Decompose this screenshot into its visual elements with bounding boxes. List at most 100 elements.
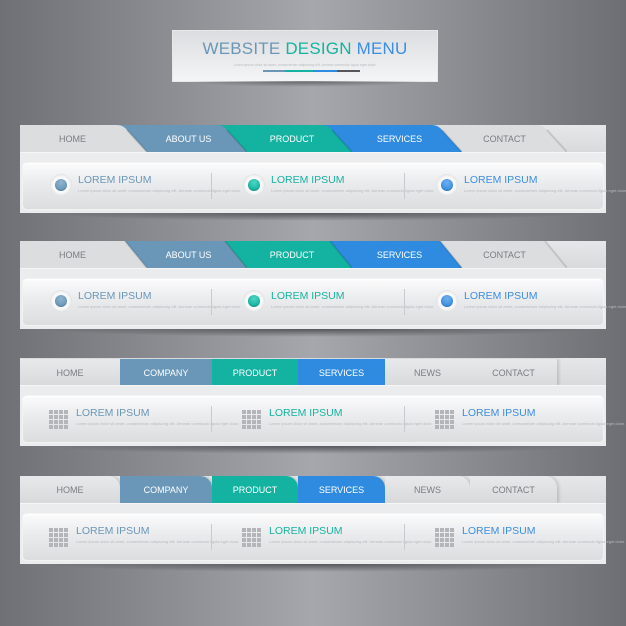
grid-cell — [440, 528, 444, 532]
grid-cell — [257, 425, 261, 429]
panel-content: LOREM IPSUM Lorem ipsum dolor sit amet, c… — [23, 163, 626, 209]
grid-cell — [435, 533, 439, 537]
grid-cell — [64, 420, 68, 424]
circle-button-icon[interactable] — [244, 175, 264, 195]
column-heading: LOREM IPSUM — [462, 407, 536, 419]
grid-icon — [242, 528, 262, 548]
grid-cell — [242, 543, 246, 547]
grid-cell — [435, 425, 439, 429]
tab-company[interactable]: COMPANY — [120, 359, 212, 385]
tab-home[interactable]: HOME — [20, 359, 120, 385]
column-divider — [211, 524, 212, 550]
grid-cell — [247, 543, 251, 547]
tab-label: SERVICES — [318, 484, 365, 495]
title-part-menu: MENU — [356, 39, 408, 58]
column-divider — [404, 406, 405, 432]
column-description: Lorem ipsum dolor sit amet, consectetuer… — [462, 421, 626, 426]
grid-cell — [440, 533, 444, 537]
tab-label: ABOUT US — [165, 133, 212, 144]
grid-cell — [247, 533, 251, 537]
grid-cell — [54, 420, 58, 424]
tab-company[interactable]: COMPANY — [120, 476, 212, 503]
column-divider — [211, 289, 212, 315]
panel-column[interactable]: LOREM IPSUM Lorem ipsum dolor sit amet, c… — [23, 396, 239, 442]
panel-column[interactable]: LOREM IPSUM Lorem ipsum dolor sit amet, c… — [409, 396, 625, 442]
tab-label: CONTACT — [492, 367, 535, 378]
grid-cell — [252, 425, 256, 429]
tab-contact[interactable]: CONTACT — [470, 476, 557, 503]
tab-product[interactable]: PRODUCT — [212, 476, 298, 503]
title-part-design: DESIGN — [285, 39, 357, 58]
circle-button-icon[interactable] — [51, 175, 71, 195]
circle-button-icon[interactable] — [244, 291, 264, 311]
underline-segment — [313, 70, 337, 72]
tab-home[interactable]: HOME — [20, 125, 147, 152]
grid-cell — [64, 543, 68, 547]
panel-column[interactable]: LOREM IPSUM Lorem ipsum dolor sit amet, c… — [216, 279, 434, 325]
column-heading: LOREM IPSUM — [464, 174, 538, 186]
grid-cell — [435, 415, 439, 419]
tab-news[interactable]: NEWS — [385, 359, 470, 385]
grid-cell — [440, 538, 444, 542]
tab-label: HOME — [59, 249, 86, 260]
panel-column[interactable]: LOREM IPSUM Lorem ipsum dolor sit amet, c… — [216, 396, 432, 442]
panel-column[interactable]: LOREM IPSUM Lorem ipsum dolor sit amet, c… — [409, 514, 625, 560]
tab-label: CONTACT — [483, 133, 526, 144]
circle-button-icon[interactable] — [437, 291, 457, 311]
tab-contact[interactable]: CONTACT — [470, 359, 557, 385]
title-card: WEBSITE DESIGN MENU Lorem ipsum dolor si… — [172, 30, 438, 87]
circle-button-icon[interactable] — [437, 175, 457, 195]
grid-cell — [64, 410, 68, 414]
grid-cell — [450, 533, 454, 537]
grid-cell — [59, 415, 63, 419]
grid-cell — [435, 410, 439, 414]
grid-cell — [440, 420, 444, 424]
nav-menu-rectangular: HOME COMPANY PRODUCT SERVICES NEWS CONTACT LO… — [20, 358, 625, 454]
panel-column[interactable]: LOREM IPSUM Lorem ipsum dolor sit amet, c… — [216, 163, 434, 209]
tab-services[interactable]: SERVICES — [298, 359, 385, 385]
nav-menu-curved: CONTACT SERVICES PRODUCT ABOUT US HOME LOREM… — [20, 125, 626, 221]
panel-column[interactable]: LOREM IPSUM Lorem ipsum dolor sit amet, c… — [23, 279, 241, 325]
tab-product[interactable]: PRODUCT — [212, 359, 298, 385]
tab-label: PRODUCT — [269, 133, 315, 144]
grid-cell — [257, 420, 261, 424]
grid-cell — [64, 533, 68, 537]
grid-cell — [59, 410, 63, 414]
grid-cell — [59, 533, 63, 537]
panel-column[interactable]: LOREM IPSUM Lorem ipsum dolor sit amet, c… — [409, 279, 626, 325]
column-divider — [404, 289, 405, 315]
column-divider — [211, 173, 212, 199]
title-part-website: WEBSITE — [202, 39, 286, 58]
tab-home[interactable]: HOME — [20, 476, 120, 503]
grid-cell — [450, 538, 454, 542]
grid-cell — [445, 425, 449, 429]
column-heading: LOREM IPSUM — [269, 525, 343, 537]
grid-cell — [54, 528, 58, 532]
tab-home[interactable]: HOME — [20, 241, 147, 268]
column-heading: LOREM IPSUM — [269, 407, 343, 419]
tab-services[interactable]: SERVICES — [298, 476, 385, 503]
column-description: Lorem ipsum dolor sit amet, consectetuer… — [464, 304, 626, 309]
dropdown-panel: LOREM IPSUM Lorem ipsum dolor sit amet, c… — [20, 503, 625, 564]
panel-column[interactable]: LOREM IPSUM Lorem ipsum dolor sit amet, c… — [23, 163, 241, 209]
grid-cell — [247, 425, 251, 429]
grid-cell — [440, 410, 444, 414]
grid-cell — [54, 425, 58, 429]
grid-cell — [445, 420, 449, 424]
grid-icon — [435, 410, 455, 430]
panel-column[interactable]: LOREM IPSUM Lorem ipsum dolor sit amet, c… — [23, 514, 239, 560]
grid-cell — [242, 528, 246, 532]
grid-cell — [252, 538, 256, 542]
panel-column[interactable]: LOREM IPSUM Lorem ipsum dolor sit amet, c… — [216, 514, 432, 560]
column-divider — [404, 173, 405, 199]
grid-cell — [49, 410, 53, 414]
grid-cell — [440, 543, 444, 547]
tab-label: COMPANY — [143, 484, 189, 495]
column-heading: LOREM IPSUM — [78, 174, 152, 186]
grid-cell — [49, 415, 53, 419]
panel-column[interactable]: LOREM IPSUM Lorem ipsum dolor sit amet, c… — [409, 163, 626, 209]
tab-news[interactable]: NEWS — [385, 476, 470, 503]
grid-cell — [257, 538, 261, 542]
grid-cell — [64, 425, 68, 429]
circle-button-icon[interactable] — [51, 291, 71, 311]
